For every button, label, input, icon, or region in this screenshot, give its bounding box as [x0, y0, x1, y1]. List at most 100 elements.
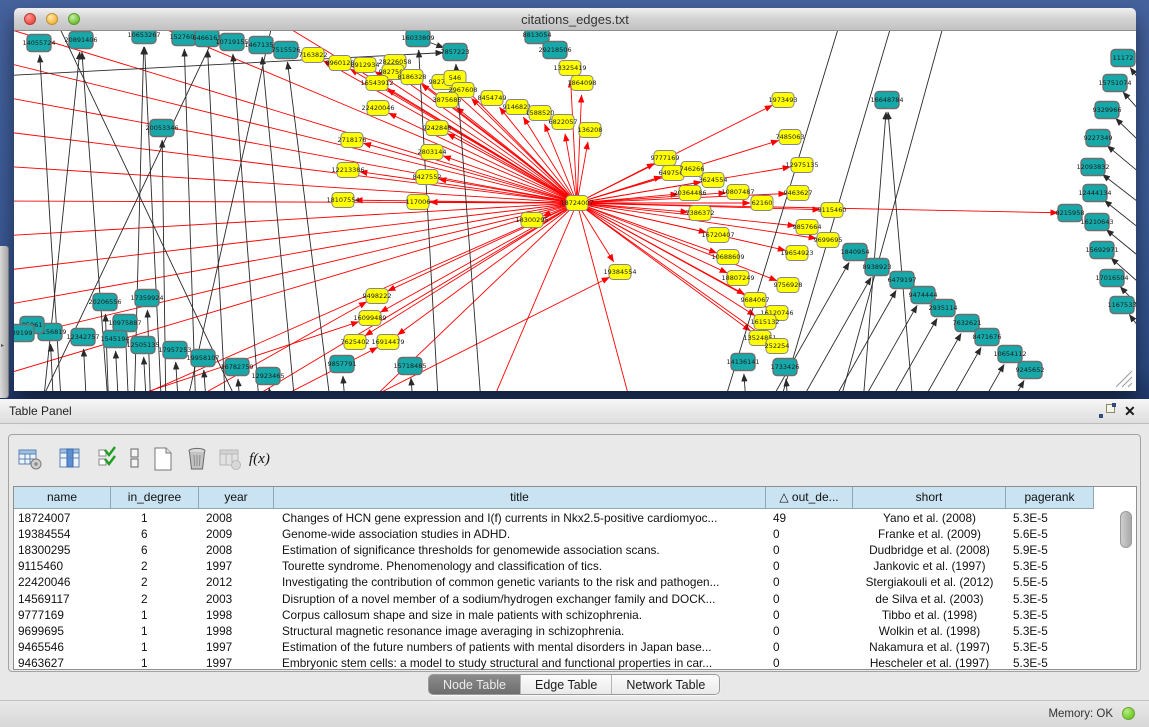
graph-node[interactable]: 6479197 — [888, 272, 917, 289]
graph-node[interactable]: 7386372 — [686, 206, 715, 221]
graph-node[interactable]: 8427552 — [413, 170, 442, 185]
float-panel-icon[interactable] — [1099, 404, 1115, 418]
graph-node[interactable]: 12444134 — [1078, 185, 1111, 202]
graph-edge[interactable] — [882, 333, 961, 391]
graph-edge[interactable] — [14, 203, 577, 236]
graph-node[interactable]: 17016504 — [1095, 270, 1128, 287]
graph-node[interactable]: 8471676 — [973, 329, 1002, 346]
graph-node[interactable]: 15692971 — [1085, 242, 1118, 259]
column-header-title[interactable]: title — [274, 487, 766, 509]
graph-node[interactable]: 7163822 — [299, 48, 328, 63]
graph-node[interactable]: 10719155 — [215, 34, 248, 51]
graph-edge[interactable] — [176, 362, 179, 391]
graph-node[interactable]: 8215958 — [1056, 205, 1085, 222]
graph-edge[interactable] — [1129, 315, 1136, 360]
graph-node[interactable]: 746266 — [680, 162, 705, 177]
graph-node[interactable]: 62160 — [751, 196, 773, 211]
graph-edge[interactable] — [144, 357, 147, 391]
graph-node[interactable]: 8960128 — [326, 56, 355, 71]
graph-node[interactable]: 9699695 — [814, 233, 843, 248]
graph-node[interactable]: 12505135 — [126, 337, 159, 354]
graph-node[interactable]: 136208 — [578, 123, 603, 138]
graph-node[interactable]: 3875685 — [433, 93, 462, 108]
graph-edge[interactable] — [14, 166, 577, 203]
graph-node[interactable]: 12093832 — [1076, 159, 1109, 176]
network-window-titlebar[interactable]: citations_edges.txt — [14, 8, 1136, 31]
graph-node[interactable]: 9463627 — [784, 186, 813, 201]
graph-node[interactable]: 14055724 — [22, 35, 55, 52]
table-row[interactable]: 1830029562008Estimation of significance … — [14, 542, 1114, 558]
graph-node[interactable]: 9777169 — [651, 151, 680, 166]
graph-node[interactable]: 10807487 — [721, 185, 754, 200]
graph-node[interactable]: 10975887 — [108, 315, 141, 332]
graph-edge[interactable] — [214, 203, 577, 391]
graph-edge[interactable] — [744, 374, 747, 391]
graph-edge[interactable] — [208, 50, 226, 391]
tab-network-table[interactable]: Network Table — [612, 675, 719, 694]
table-row[interactable]: 977716911998Corpus callosum shape and si… — [14, 607, 1114, 623]
graph-node[interactable]: 9242848 — [423, 121, 452, 136]
table-row[interactable]: 946362711997Embryonic stem cells: a mode… — [14, 655, 1114, 671]
tab-node-table[interactable]: Node Table — [429, 675, 521, 694]
graph-edge[interactable] — [14, 203, 577, 376]
graph-node[interactable]: 11172 — [1111, 50, 1135, 67]
graph-edge[interactable] — [184, 31, 274, 391]
graph-node[interactable]: 9857791 — [328, 356, 357, 373]
graph-node[interactable]: 19958107 — [186, 350, 219, 367]
function-builder-icon[interactable]: f(x) — [249, 446, 275, 472]
graph-node[interactable]: 16914479 — [371, 335, 404, 350]
graph-node[interactable]: 16099489 — [353, 311, 386, 326]
graph-edge[interactable] — [388, 203, 577, 291]
graph-node[interactable]: 2803144 — [418, 145, 447, 160]
row-height-icon[interactable] — [122, 446, 148, 472]
graph-node[interactable]: 6822057 — [549, 115, 578, 130]
table-row[interactable]: 1938455462009Genome-wide association stu… — [14, 526, 1114, 542]
column-header-pagerank[interactable]: pagerank — [1006, 487, 1094, 509]
column-header-short[interactable]: short — [853, 487, 1006, 509]
graph-node[interactable]: 12213386 — [331, 163, 364, 178]
graph-node[interactable]: 1167533 — [1108, 297, 1136, 314]
graph-node[interactable]: 13325419 — [553, 61, 586, 76]
graph-node[interactable]: 2718176 — [338, 133, 367, 148]
graph-edge[interactable] — [14, 203, 577, 306]
graph-node[interactable]: 10653267 — [127, 31, 160, 44]
graph-node[interactable]: 9684067 — [741, 293, 770, 308]
graph-edge[interactable] — [184, 49, 196, 391]
graph-node[interactable]: 16782759 — [220, 359, 253, 376]
graph-node[interactable]: 8912934 — [351, 58, 380, 73]
graph-edge[interactable] — [375, 72, 577, 203]
graph-node[interactable]: 8454749 — [478, 91, 507, 106]
graph-node[interactable]: 29218506 — [538, 42, 571, 59]
graph-edge[interactable] — [792, 277, 871, 391]
graph-edge[interactable] — [577, 203, 1058, 213]
graph-node[interactable]: 6466161 — [193, 31, 222, 47]
graph-node[interactable]: 20206556 — [88, 294, 121, 311]
tab-edge-table[interactable]: Edge Table — [521, 675, 612, 694]
graph-node[interactable]: 17957253 — [158, 342, 191, 359]
vertical-scrollbar-thumb[interactable] — [1120, 511, 1132, 548]
delete-table-icon[interactable] — [184, 446, 210, 472]
graph-node[interactable]: 252254 — [765, 339, 790, 354]
graph-node[interactable]: 7625402 — [341, 335, 370, 350]
graph-edge[interactable] — [456, 64, 482, 391]
column-header-name[interactable]: name — [14, 487, 111, 509]
graph-node[interactable]: 16210643 — [1080, 214, 1113, 231]
graph-node[interactable]: 16720407 — [701, 228, 734, 243]
graph-node[interactable]: 1973493 — [769, 93, 798, 108]
graph-node[interactable]: 20891406 — [64, 32, 97, 49]
graph-edge[interactable] — [287, 62, 332, 391]
graph-edge[interactable] — [577, 203, 750, 331]
graph-node[interactable]: 9857664 — [793, 220, 822, 235]
graph-edge[interactable] — [14, 61, 577, 203]
graph-edge[interactable] — [269, 388, 272, 391]
graph-node[interactable]: 7515526 — [272, 42, 301, 59]
network-graph-svg[interactable]: 1872400771638228960128891293428226058982… — [14, 31, 1136, 391]
graph-edge[interactable] — [238, 379, 241, 391]
graph-node[interactable]: 7857223 — [441, 44, 470, 61]
graph-node[interactable]: 117006 — [406, 195, 431, 210]
graph-edge[interactable] — [925, 364, 1004, 391]
graph-node[interactable]: 3624554 — [699, 173, 728, 188]
graph-node[interactable]: 8186328 — [398, 70, 427, 85]
graph-edge[interactable] — [1116, 118, 1136, 165]
graph-node[interactable]: 20053346 — [145, 120, 178, 137]
